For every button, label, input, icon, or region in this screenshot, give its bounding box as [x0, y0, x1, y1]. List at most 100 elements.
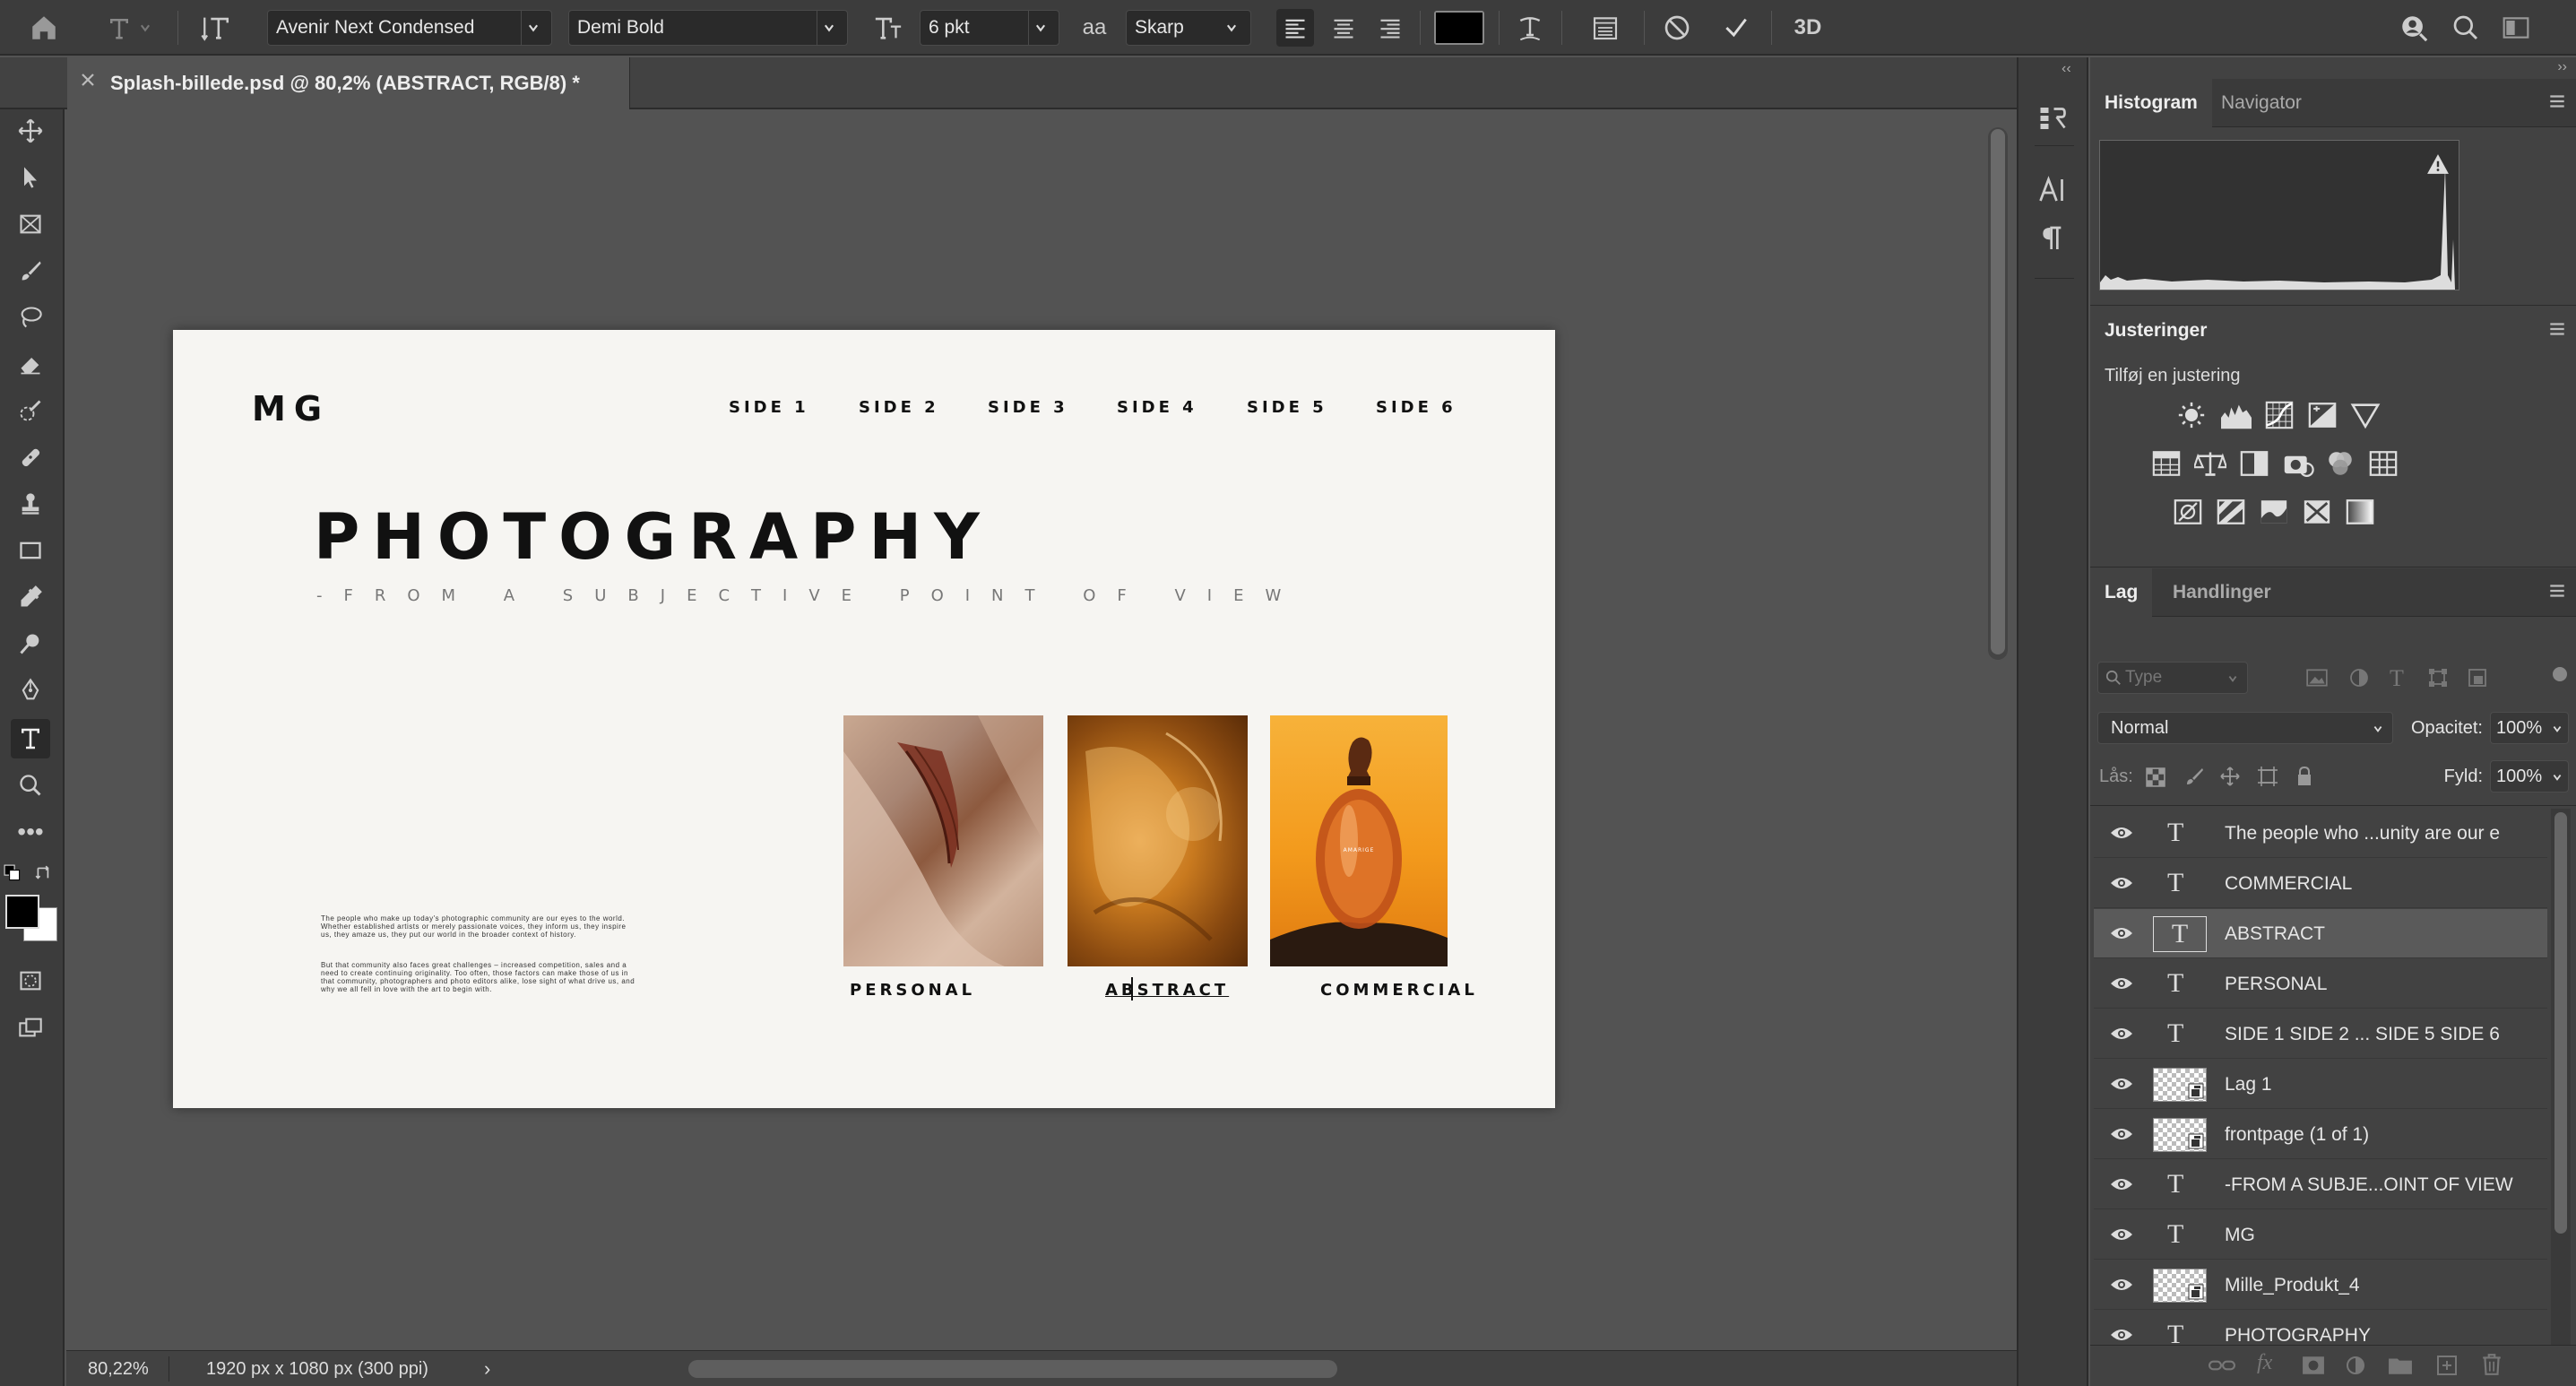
visibility-eye-icon[interactable]	[2110, 873, 2133, 893]
filter-toggle-switch[interactable]	[2553, 667, 2567, 681]
lock-artboard-icon[interactable]	[2257, 766, 2278, 787]
font-style-select[interactable]: Demi Bold	[568, 10, 848, 46]
black-white-icon[interactable]	[2239, 448, 2269, 479]
user-search-icon[interactable]	[2395, 9, 2433, 47]
tab-navigator[interactable]: Navigator	[2207, 79, 2316, 127]
layer-row[interactable]: frontpage (1 of 1)	[2094, 1110, 2547, 1159]
delete-layer-icon[interactable]	[2481, 1353, 2503, 1376]
layer-row[interactable]: T COMMERCIAL	[2094, 859, 2547, 908]
visibility-eye-icon[interactable]	[2110, 823, 2133, 843]
panel-menu-icon[interactable]	[2547, 581, 2567, 601]
layer-row[interactable]: T SIDE 1 SIDE 2 ... SIDE 5 SIDE 6	[2094, 1009, 2547, 1059]
filter-pixel-icon[interactable]	[2305, 667, 2329, 689]
rectangle-tool-icon[interactable]	[11, 531, 50, 570]
panel-menu-icon[interactable]	[2547, 91, 2567, 111]
tab-layers[interactable]: Lag	[2090, 568, 2153, 617]
quick-selection-icon[interactable]	[11, 391, 50, 430]
new-group-icon[interactable]	[2388, 1355, 2413, 1376]
add-mask-icon[interactable]	[2302, 1355, 2325, 1376]
history-panel-icon[interactable]	[2036, 102, 2069, 134]
caption-abstract[interactable]: ABSTRACT	[1105, 981, 1229, 1000]
levels-icon[interactable]	[2219, 400, 2253, 430]
layers-scrollbar[interactable]	[2551, 809, 2571, 1347]
visibility-eye-icon[interactable]	[2110, 1024, 2133, 1044]
filter-adjustment-icon[interactable]	[2348, 667, 2370, 689]
selective-color-icon[interactable]	[2302, 497, 2332, 527]
swap-colors-icon[interactable]	[34, 864, 54, 884]
document-tab[interactable]: Splash-billede.psd @ 80,2% (ABSTRACT, RG…	[67, 57, 630, 109]
frame-tool-icon[interactable]	[11, 204, 50, 244]
layer-row[interactable]: Mille_Produkt_4	[2094, 1260, 2547, 1310]
tab-histogram[interactable]: Histogram	[2090, 79, 2212, 127]
lock-all-icon[interactable]	[2295, 766, 2314, 787]
visibility-eye-icon[interactable]	[2110, 923, 2133, 943]
filter-smart-object-icon[interactable]	[2467, 667, 2488, 689]
type-tool-preset-icon[interactable]	[100, 9, 138, 47]
default-colors-icon[interactable]	[4, 864, 23, 884]
fill-input[interactable]: 100%	[2490, 760, 2569, 793]
blend-mode-select[interactable]: Normal	[2097, 712, 2393, 744]
close-tab-icon[interactable]	[80, 72, 96, 88]
layer-row[interactable]: Lag 1	[2094, 1060, 2547, 1109]
align-right-icon[interactable]	[1371, 9, 1409, 47]
font-size-select[interactable]: 6 pkt	[920, 10, 1059, 46]
dock-collapse-icon[interactable]: ››	[2557, 59, 2567, 75]
commit-check-icon[interactable]	[1717, 9, 1755, 47]
status-menu-chevron-icon[interactable]: ›	[484, 1351, 490, 1386]
panel-menu-icon[interactable]	[2547, 319, 2567, 339]
invert-icon[interactable]	[2173, 497, 2203, 527]
visibility-eye-icon[interactable]	[2110, 1325, 2133, 1345]
selection-arrow-icon[interactable]	[11, 158, 50, 197]
layer-style-fx-icon[interactable]: fx	[2257, 1351, 2272, 1375]
visibility-eye-icon[interactable]	[2110, 1174, 2133, 1194]
anti-alias-select[interactable]: Skarp	[1126, 10, 1251, 46]
exposure-icon[interactable]	[2307, 400, 2338, 430]
clone-stamp-icon[interactable]	[11, 484, 50, 524]
hue-saturation-icon[interactable]	[2151, 448, 2182, 479]
move-tool-icon[interactable]	[11, 111, 50, 151]
align-center-icon[interactable]	[1325, 9, 1362, 47]
pen-tool-icon[interactable]	[11, 671, 50, 710]
healing-brush-icon[interactable]	[11, 437, 50, 477]
workspace-icon[interactable]	[2497, 9, 2535, 47]
visibility-eye-icon[interactable]	[2110, 1124, 2133, 1144]
dodge-tool-icon[interactable]	[11, 624, 50, 663]
layer-row[interactable]: T ABSTRACT	[2094, 909, 2547, 958]
screen-mode-icon[interactable]	[11, 1008, 50, 1047]
brush-tool-icon[interactable]	[11, 251, 50, 290]
threshold-icon[interactable]	[2259, 497, 2289, 527]
more-tools-icon[interactable]: •••	[11, 812, 50, 852]
layer-row[interactable]: T MG	[2094, 1210, 2547, 1260]
search-icon[interactable]	[2447, 9, 2485, 47]
artboard[interactable]: MG SIDE 1 SIDE 2 SIDE 3 SIDE 4 SIDE 5 SI…	[173, 330, 1555, 1108]
curves-icon[interactable]	[2264, 400, 2295, 430]
type-tool-icon[interactable]	[11, 719, 50, 758]
vertical-scroll-thumb[interactable]	[1991, 129, 2005, 654]
tab-actions[interactable]: Handlinger	[2158, 568, 2286, 617]
layer-filter-select[interactable]: Type	[2097, 662, 2248, 694]
link-layers-icon[interactable]	[2209, 1355, 2235, 1376]
cancel-icon[interactable]	[1658, 9, 1696, 47]
filter-type-icon[interactable]: T	[2390, 665, 2404, 692]
lasso-tool-icon[interactable]	[11, 298, 50, 337]
eraser-tool-icon[interactable]	[11, 344, 50, 384]
collapse-arrows-icon[interactable]: ‹‹	[2062, 61, 2071, 77]
font-family-select[interactable]: Avenir Next Condensed	[267, 10, 552, 46]
visibility-eye-icon[interactable]	[2110, 974, 2133, 993]
text-orientation-icon[interactable]	[197, 9, 235, 47]
preset-chevron-icon[interactable]	[134, 9, 156, 47]
zoom-level[interactable]: 80,22%	[88, 1351, 149, 1386]
visibility-eye-icon[interactable]	[2110, 1074, 2133, 1094]
lock-transparent-icon[interactable]	[2146, 767, 2165, 787]
visibility-eye-icon[interactable]	[2110, 1275, 2133, 1295]
eyedropper-icon[interactable]	[11, 577, 50, 617]
warp-text-icon[interactable]	[1511, 9, 1549, 47]
color-lookup-icon[interactable]	[2368, 448, 2399, 479]
quick-mask-icon[interactable]	[11, 961, 50, 1001]
new-layer-icon[interactable]	[2436, 1355, 2458, 1376]
text-color-swatch[interactable]	[1434, 11, 1484, 45]
layer-row[interactable]: T The people who ...unity are our e	[2094, 809, 2547, 858]
foreground-color-swatch[interactable]	[5, 895, 39, 929]
character-icon[interactable]	[2036, 174, 2069, 206]
layer-row[interactable]: T PHOTOGRAPHY	[2094, 1311, 2547, 1347]
